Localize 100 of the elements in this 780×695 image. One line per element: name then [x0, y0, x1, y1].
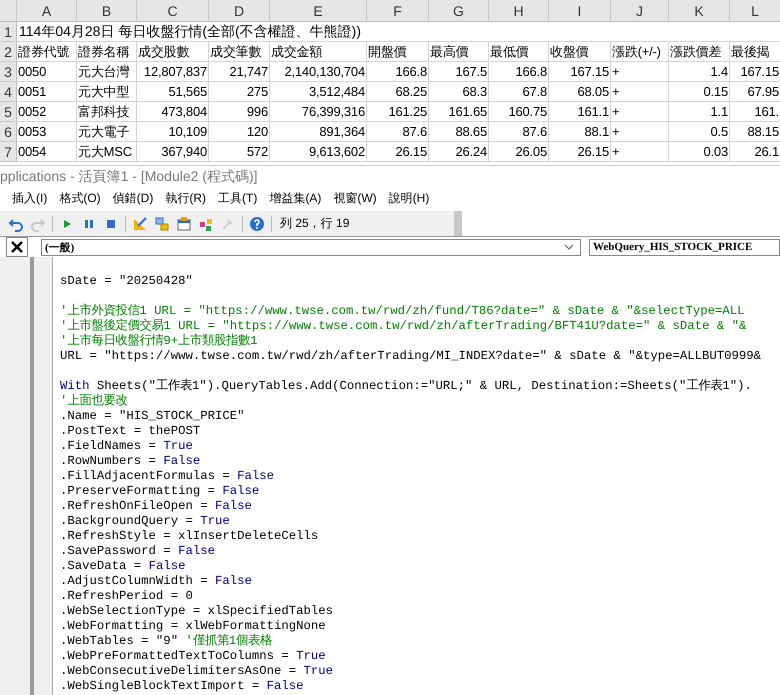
table-cell: 167.15: [730, 62, 780, 82]
column-header[interactable]: E: [270, 0, 367, 22]
table-cell: 26.15: [549, 142, 611, 162]
code-line: .SaveData = False: [60, 559, 186, 573]
table-cell: 160.75: [489, 102, 549, 122]
code-line: .RefreshPeriod = 0: [60, 589, 193, 603]
help-icon[interactable]: [249, 216, 265, 232]
table-cell: 2,140,130,704: [270, 62, 367, 82]
code-line: With Sheets("工作表1").QueryTables.Add(Connection:="URL;" & URL, Destination:=Sheets("工作表1").: [60, 379, 752, 393]
column-header[interactable]: B: [77, 0, 137, 22]
table-cell: 67.8: [489, 82, 549, 102]
code-line: .WebFormatting = xlWebFormattingNone: [60, 619, 326, 633]
table-cell: 166.8: [489, 62, 549, 82]
table-cell: 367,940: [137, 142, 209, 162]
menu-item[interactable]: 視窗(W): [327, 188, 383, 209]
code-line: .WebSingleBlockTextImport = False: [60, 679, 304, 693]
table-cell: 1.4: [669, 62, 730, 82]
menu-item[interactable]: 格式(O): [53, 188, 107, 209]
table-cell: 漲跌(+/-): [611, 42, 669, 62]
table-cell: 富邦科技: [77, 102, 137, 122]
column-header[interactable]: K: [669, 0, 730, 22]
code-line: .RefreshOnFileOpen = False: [60, 499, 252, 513]
table-cell: 51,565: [137, 82, 209, 102]
row-header[interactable]: 1: [0, 22, 17, 42]
code-line: .RefreshStyle = xlInsertDeleteCells: [60, 529, 318, 543]
table-cell: +: [611, 142, 669, 162]
table-cell: 漲跌價差: [669, 42, 730, 62]
column-header[interactable]: C: [137, 0, 209, 22]
code-line: .WebPreFormattedTextToColumns = True: [60, 649, 326, 663]
code-line: .RowNumbers = False: [60, 454, 200, 468]
menu-item[interactable]: 說明(H): [382, 188, 436, 209]
table-cell: 證券名稱: [77, 42, 137, 62]
column-header[interactable]: L: [730, 0, 780, 22]
column-header[interactable]: I: [549, 0, 611, 22]
table-cell: +: [611, 122, 669, 142]
column-header[interactable]: J: [611, 0, 669, 22]
window-list-icon[interactable]: [176, 216, 192, 232]
code-line: '上市每日收盤行情9+上市類股指數1: [60, 334, 258, 348]
code-line: .BackgroundQuery = True: [60, 514, 230, 528]
row-header[interactable]: 2: [0, 42, 17, 62]
menu-item[interactable]: 偵錯(D): [106, 188, 160, 209]
ruler-triangle-icon[interactable]: [132, 216, 148, 232]
procedure-dropdown[interactable]: WebQuery_HIS_STOCK_PRICE: [589, 238, 780, 256]
code-line: .WebSelectionType = xlSpecifiedTables: [60, 604, 334, 618]
menu-item[interactable]: 插入(I): [6, 188, 54, 209]
table-cell: 最高價: [429, 42, 489, 62]
column-header[interactable]: D: [209, 0, 270, 22]
table-cell: 26.15: [367, 142, 429, 162]
table-cell: 0.5: [669, 122, 730, 142]
row-header[interactable]: 3: [0, 62, 17, 82]
table-cell: 10,109: [137, 122, 209, 142]
table-cell: 0054: [17, 142, 77, 162]
table-cell: 最低價: [489, 42, 549, 62]
table-cell: 元大MSC: [77, 142, 137, 162]
table-cell: 275: [209, 82, 270, 102]
code-line: URL = "https://www.twse.com.tw/rwd/zh/afterTrading/MI_INDEX?date=" & sDate & "&type=ALLBUT0999&: [60, 349, 762, 363]
table-cell: 473,804: [137, 102, 209, 122]
menu-item[interactable]: 執行(R): [159, 188, 212, 209]
table-cell: 1.1: [669, 102, 730, 122]
column-header[interactable]: F: [367, 0, 429, 22]
windows-icon[interactable]: [154, 216, 170, 232]
table-cell: 元大台灣: [77, 62, 137, 82]
table-cell: +: [611, 62, 669, 82]
table-cell: 88.65: [429, 122, 489, 142]
column-header[interactable]: G: [429, 0, 489, 22]
object-dropdown[interactable]: (一般): [41, 238, 581, 256]
row-header[interactable]: 4: [0, 82, 17, 102]
table-cell: 元大中型: [77, 82, 137, 102]
column-header[interactable]: H: [489, 0, 549, 22]
table-cell: 26.1: [730, 142, 780, 162]
table-cell: 元大電子: [77, 122, 137, 142]
menu-item[interactable]: 工具(T): [212, 188, 264, 209]
close-button[interactable]: [6, 237, 28, 257]
column-header[interactable]: A: [17, 0, 77, 22]
table-cell: 87.6: [489, 122, 549, 142]
table-cell: 21,747: [209, 62, 270, 82]
table-cell: 161.65: [429, 102, 489, 122]
table-cell: 996: [209, 102, 270, 122]
table-cell: 12,807,837: [137, 62, 209, 82]
code-line: .PreserveFormatting = False: [60, 484, 260, 498]
table-cell: 88.15: [730, 122, 780, 142]
code-line: .PostText = thePOST: [60, 424, 200, 438]
window-title: pplications - 活頁簿1 - [Module2 (程式碼)]: [0, 168, 258, 184]
table-cell: 167.15: [549, 62, 611, 82]
row-header[interactable]: 6: [0, 122, 17, 142]
table-cell: 68.05: [549, 82, 611, 102]
row-header[interactable]: 5: [0, 102, 17, 122]
menu-item[interactable]: 增益集(A): [263, 188, 328, 209]
table-cell: 開盤價: [367, 42, 429, 62]
table-cell: 最後揭: [730, 42, 780, 62]
table-cell: 0053: [17, 122, 77, 142]
table-cell: 成交筆數: [209, 42, 270, 62]
code-line: '上面也要改: [60, 394, 128, 408]
table-cell: 0052: [17, 102, 77, 122]
code-line: .FieldNames = True: [60, 439, 193, 453]
toolbar-options-grip[interactable]: [454, 211, 462, 236]
table-cell: 收盤價: [549, 42, 611, 62]
table-cell: 161.25: [367, 102, 429, 122]
row-header[interactable]: 7: [0, 142, 17, 162]
table-title: 114年04月28日 每日收盤行情(全部(不含權證、牛熊證)): [19, 23, 362, 39]
